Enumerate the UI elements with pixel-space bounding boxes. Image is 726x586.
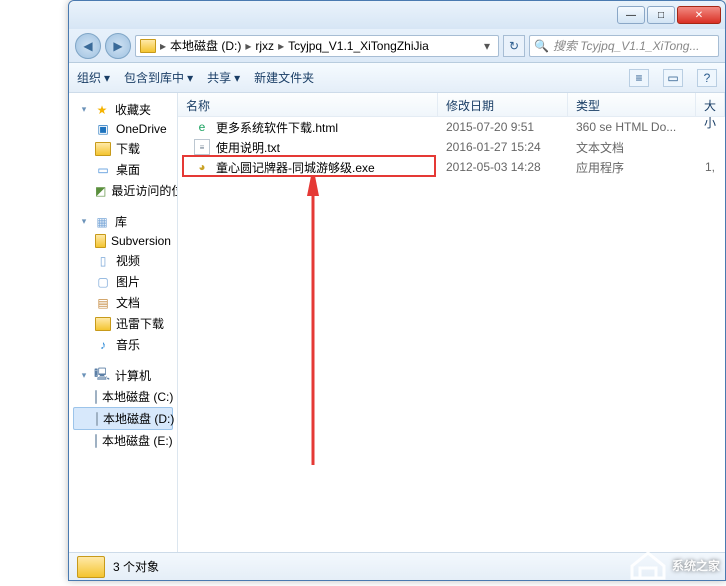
file-list[interactable]: 名称 修改日期 类型 大小 e 更多系统软件下载.html 2015-07-20 … <box>178 93 725 552</box>
computer-icon: 🖳 <box>94 369 110 383</box>
star-icon: ★ <box>94 103 110 117</box>
col-size[interactable]: 大小 <box>696 93 725 116</box>
tree-item-desktop[interactable]: ▭桌面 <box>73 159 173 180</box>
tree-item-drive-e[interactable]: 本地磁盘 (E:) <box>73 430 173 451</box>
libraries-group[interactable]: ▾▦库 <box>73 211 173 232</box>
minimize-button[interactable]: — <box>617 6 645 24</box>
breadcrumb-sep: ▸ <box>245 39 251 53</box>
annotation-arrow <box>298 175 328 475</box>
drive-icon <box>96 412 98 426</box>
col-type[interactable]: 类型 <box>568 93 696 116</box>
title-bar[interactable]: — □ ✕ <box>69 1 725 29</box>
search-box[interactable]: 🔍 搜索 Tcyjpq_V1.1_XiTong... <box>529 35 719 57</box>
file-date: 2012-05-03 14:28 <box>438 160 568 174</box>
file-type: 文本文档 <box>568 139 696 156</box>
organize-button[interactable]: 组织▾ <box>77 69 110 86</box>
txt-file-icon: ≡ <box>194 139 210 155</box>
annotation-highlight <box>182 155 436 177</box>
folder-icon <box>95 317 111 331</box>
file-type: 360 se HTML Do... <box>568 120 696 134</box>
address-dropdown[interactable]: ▾ <box>480 39 494 53</box>
video-icon: ▯ <box>95 254 111 268</box>
include-in-library-button[interactable]: 包含到库中▾ <box>124 69 193 86</box>
watermark: 系统之家 <box>630 550 720 580</box>
tree-item-documents[interactable]: ▤文档 <box>73 292 173 313</box>
folder-icon <box>140 39 156 53</box>
tree-item-drive-d[interactable]: 本地磁盘 (D:) <box>73 407 173 430</box>
explorer-window: — □ ✕ ◀ ▶ ▸ 本地磁盘 (D:) ▸ rjxz ▸ Tcyjpq_V1… <box>68 0 726 581</box>
tree-item-xunlei[interactable]: 迅雷下载 <box>73 313 173 334</box>
tree-item-videos[interactable]: ▯视频 <box>73 250 173 271</box>
back-button[interactable]: ◀ <box>75 33 101 59</box>
search-icon: 🔍 <box>534 39 549 53</box>
file-size: 1, <box>696 160 725 174</box>
file-date: 2015-07-20 9:51 <box>438 120 568 134</box>
music-icon: ♪ <box>95 338 111 352</box>
html-file-icon: e <box>194 119 210 135</box>
search-placeholder: 搜索 Tcyjpq_V1.1_XiTong... <box>553 37 700 54</box>
library-icon: ▦ <box>94 215 110 229</box>
navigation-bar: ◀ ▶ ▸ 本地磁盘 (D:) ▸ rjxz ▸ Tcyjpq_V1.1_XiT… <box>69 29 725 63</box>
folder-icon <box>77 556 105 578</box>
file-date: 2016-01-27 15:24 <box>438 140 568 154</box>
status-bar: 3 个对象 <box>69 552 725 580</box>
desktop-icon: ▭ <box>95 163 111 177</box>
folder-icon <box>95 234 106 248</box>
preview-pane-button[interactable]: ▭ <box>663 69 683 87</box>
drive-icon <box>95 434 97 448</box>
forward-button[interactable]: ▶ <box>105 33 131 59</box>
status-text: 3 个对象 <box>113 558 159 575</box>
file-name: 使用说明.txt <box>216 139 280 156</box>
address-bar[interactable]: ▸ 本地磁盘 (D:) ▸ rjxz ▸ Tcyjpq_V1.1_XiTongZ… <box>135 35 499 57</box>
computer-group[interactable]: ▾🖳计算机 <box>73 365 173 386</box>
file-type: 应用程序 <box>568 159 696 176</box>
breadcrumb[interactable]: Tcyjpq_V1.1_XiTongZhiJia <box>288 39 429 53</box>
column-headers[interactable]: 名称 修改日期 类型 大小 <box>178 93 725 117</box>
watermark-logo-icon <box>630 550 666 580</box>
new-folder-button[interactable]: 新建文件夹 <box>254 69 314 86</box>
col-date[interactable]: 修改日期 <box>438 93 568 116</box>
tree-item-onedrive[interactable]: ▣OneDrive <box>73 120 173 138</box>
document-icon: ▤ <box>95 296 111 310</box>
picture-icon: ▢ <box>95 275 111 289</box>
tree-item-downloads[interactable]: 下载 <box>73 138 173 159</box>
col-name[interactable]: 名称 <box>178 93 438 116</box>
help-button[interactable]: ? <box>697 69 717 87</box>
tree-item-music[interactable]: ♪音乐 <box>73 334 173 355</box>
toolbar: 组织▾ 包含到库中▾ 共享▾ 新建文件夹 ≡ ▭ ? <box>69 63 725 93</box>
navigation-tree[interactable]: ▾★收藏夹 ▣OneDrive 下载 ▭桌面 ◩最近访问的位置 ▾▦库 Subv… <box>69 93 178 552</box>
breadcrumb[interactable]: rjxz <box>255 39 274 53</box>
drive-icon <box>95 390 97 404</box>
breadcrumb[interactable]: 本地磁盘 (D:) <box>170 37 241 54</box>
tree-item-recent[interactable]: ◩最近访问的位置 <box>73 180 173 201</box>
tree-item-drive-c[interactable]: 本地磁盘 (C:) <box>73 386 173 407</box>
refresh-button[interactable]: ↻ <box>503 35 525 57</box>
tree-item-pictures[interactable]: ▢图片 <box>73 271 173 292</box>
favorites-group[interactable]: ▾★收藏夹 <box>73 99 173 120</box>
watermark-text: 系统之家 <box>672 557 720 574</box>
cloud-icon: ▣ <box>95 122 111 136</box>
share-button[interactable]: 共享▾ <box>207 69 240 86</box>
recent-icon: ◩ <box>95 184 106 198</box>
file-row[interactable]: ≡ 使用说明.txt 2016-01-27 15:24 文本文档 <box>178 137 725 157</box>
close-button[interactable]: ✕ <box>677 6 721 24</box>
folder-icon <box>95 142 111 156</box>
view-options-button[interactable]: ≡ <box>629 69 649 87</box>
file-name: 更多系统软件下载.html <box>216 119 338 136</box>
body: ▾★收藏夹 ▣OneDrive 下载 ▭桌面 ◩最近访问的位置 ▾▦库 Subv… <box>69 93 725 552</box>
file-row[interactable]: e 更多系统软件下载.html 2015-07-20 9:51 360 se HT… <box>178 117 725 137</box>
breadcrumb-sep: ▸ <box>160 39 166 53</box>
maximize-button[interactable]: □ <box>647 6 675 24</box>
tree-item-subversion[interactable]: Subversion <box>73 232 173 250</box>
breadcrumb-sep: ▸ <box>278 39 284 53</box>
